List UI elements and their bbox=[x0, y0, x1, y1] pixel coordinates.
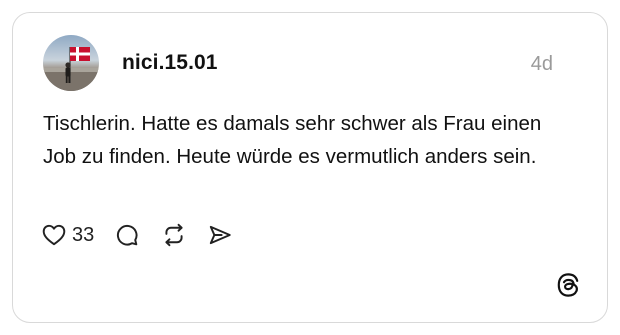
heart-icon bbox=[42, 224, 66, 246]
like-button[interactable]: 33 bbox=[41, 222, 94, 248]
like-count: 33 bbox=[72, 223, 95, 246]
post-text: Tischlerin. Hatte es damals sehr schwer … bbox=[43, 112, 542, 168]
repost-button[interactable] bbox=[161, 222, 187, 248]
post-card[interactable]: nici.15.01 4d Tischlerin. Hatte es damal… bbox=[12, 12, 608, 323]
share-button[interactable] bbox=[207, 222, 233, 248]
username[interactable]: nici.15.01 bbox=[122, 51, 218, 75]
avatar[interactable] bbox=[43, 35, 99, 91]
comment-icon bbox=[117, 224, 138, 246]
post-timestamp: 4d bbox=[530, 53, 553, 75]
repost-icon bbox=[165, 223, 183, 247]
avatar-image bbox=[43, 47, 99, 91]
reply-button[interactable] bbox=[114, 222, 140, 248]
threads-logo-icon bbox=[555, 272, 581, 298]
send-icon bbox=[210, 225, 231, 245]
post-actions: 33 bbox=[41, 221, 233, 249]
